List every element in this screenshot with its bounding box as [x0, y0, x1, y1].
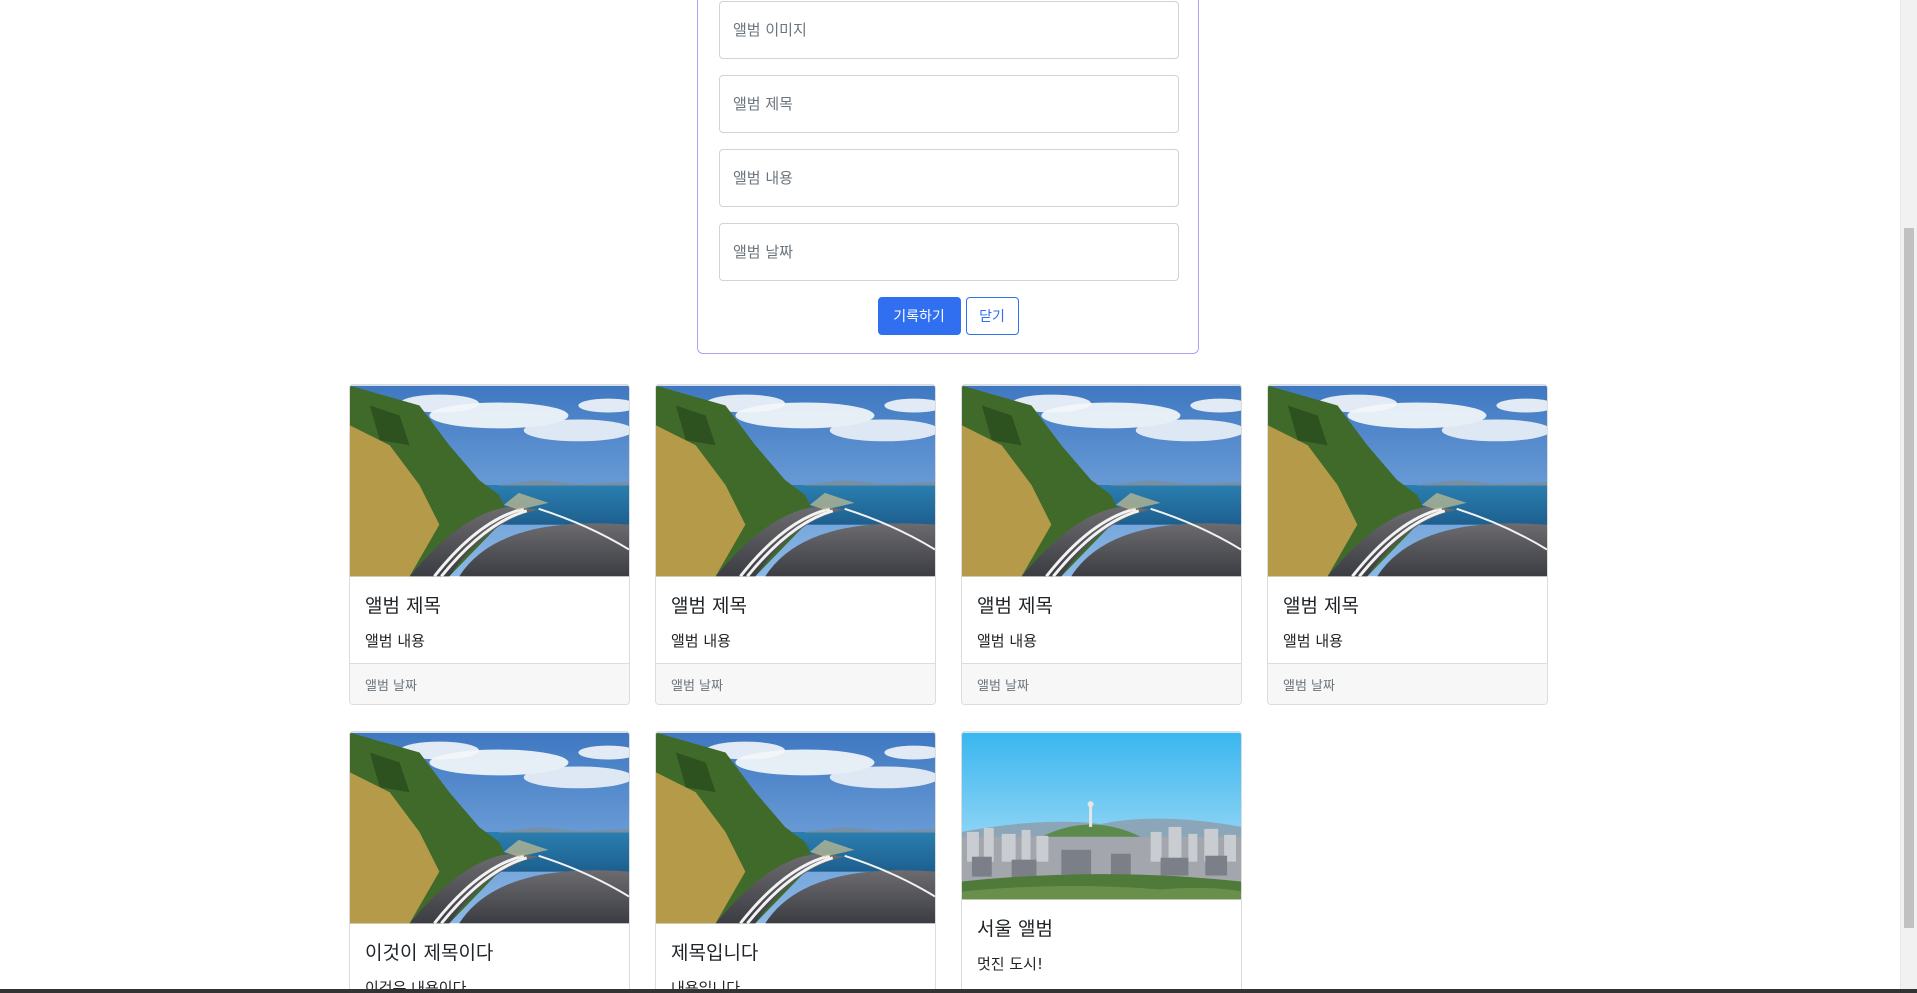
- album-card-body: 앨범 제목 앨범 내용: [1268, 577, 1547, 663]
- album-card-date: 앨범 날짜: [1268, 663, 1547, 704]
- album-card-title: 앨범 제목: [671, 595, 747, 617]
- album-card-body: 서울 앨범 멋진 도시!: [962, 900, 1241, 986]
- album-card[interactable]: 제목입니다 내용입니다: [655, 731, 936, 993]
- album-card[interactable]: 앨범 제목 앨범 내용 앨범 날짜: [1267, 384, 1548, 705]
- album-card-body: 앨범 제목 앨범 내용: [962, 577, 1241, 663]
- album-card-title: 이것이 제목이다: [365, 942, 494, 964]
- album-card-date: 앨범 날짜: [962, 663, 1241, 704]
- album-card-image: [350, 732, 629, 924]
- submit-button[interactable]: 기록하기: [877, 297, 961, 335]
- album-card-title: 제목입니다: [671, 942, 759, 964]
- album-card-text: 앨범 내용: [977, 632, 1037, 650]
- album-card[interactable]: 앨범 제목 앨범 내용 앨범 날짜: [655, 384, 936, 705]
- album-card-body: 제목입니다 내용입니다: [656, 924, 935, 992]
- album-date-input[interactable]: [719, 223, 1179, 281]
- page-viewport: 기록하기 닫기 앨범 제목 앨범 내용 앨범 날짜 앨범 제목 앨범 내용 앨범…: [0, 0, 1900, 993]
- form-button-row: 기록하기 닫기: [698, 297, 1198, 335]
- album-card-body: 이것이 제목이다 이것은 내용이다: [350, 924, 629, 992]
- album-card-image: [962, 385, 1241, 577]
- album-card-date: 앨범 날짜: [656, 663, 935, 704]
- album-card-text: 앨범 내용: [1283, 632, 1343, 650]
- album-card[interactable]: 이것이 제목이다 이것은 내용이다: [349, 731, 630, 993]
- album-card-image: [962, 732, 1241, 900]
- vertical-scrollbar[interactable]: [1900, 0, 1917, 993]
- album-form-panel: 기록하기 닫기: [697, 0, 1199, 354]
- album-card-title: 서울 앨범: [977, 918, 1053, 940]
- album-image-input[interactable]: [719, 1, 1179, 59]
- album-card-date: 앨범 날짜: [350, 663, 629, 704]
- album-card-title: 앨범 제목: [1283, 595, 1359, 617]
- album-card-title: 앨범 제목: [977, 595, 1053, 617]
- album-card-text: 앨범 내용: [671, 632, 731, 650]
- close-button[interactable]: 닫기: [965, 297, 1019, 335]
- album-card-text: 멋진 도시!: [977, 955, 1043, 973]
- album-card[interactable]: 앨범 제목 앨범 내용 앨범 날짜: [961, 384, 1242, 705]
- album-card-image: [350, 385, 629, 577]
- window-bottom-edge: [0, 989, 1917, 993]
- album-card[interactable]: 앨범 제목 앨범 내용 앨범 날짜: [349, 384, 630, 705]
- album-card-text: 앨범 내용: [365, 632, 425, 650]
- album-title-input[interactable]: [719, 75, 1179, 133]
- album-card-title: 앨범 제목: [365, 595, 441, 617]
- album-card[interactable]: 서울 앨범 멋진 도시!: [961, 731, 1242, 993]
- album-card-image: [1268, 385, 1547, 577]
- album-card-image: [656, 385, 935, 577]
- album-content-input[interactable]: [719, 149, 1179, 207]
- scrollbar-thumb[interactable]: [1904, 228, 1914, 928]
- album-card-body: 앨범 제목 앨범 내용: [656, 577, 935, 663]
- album-card-image: [656, 732, 935, 924]
- album-card-body: 앨범 제목 앨범 내용: [350, 577, 629, 663]
